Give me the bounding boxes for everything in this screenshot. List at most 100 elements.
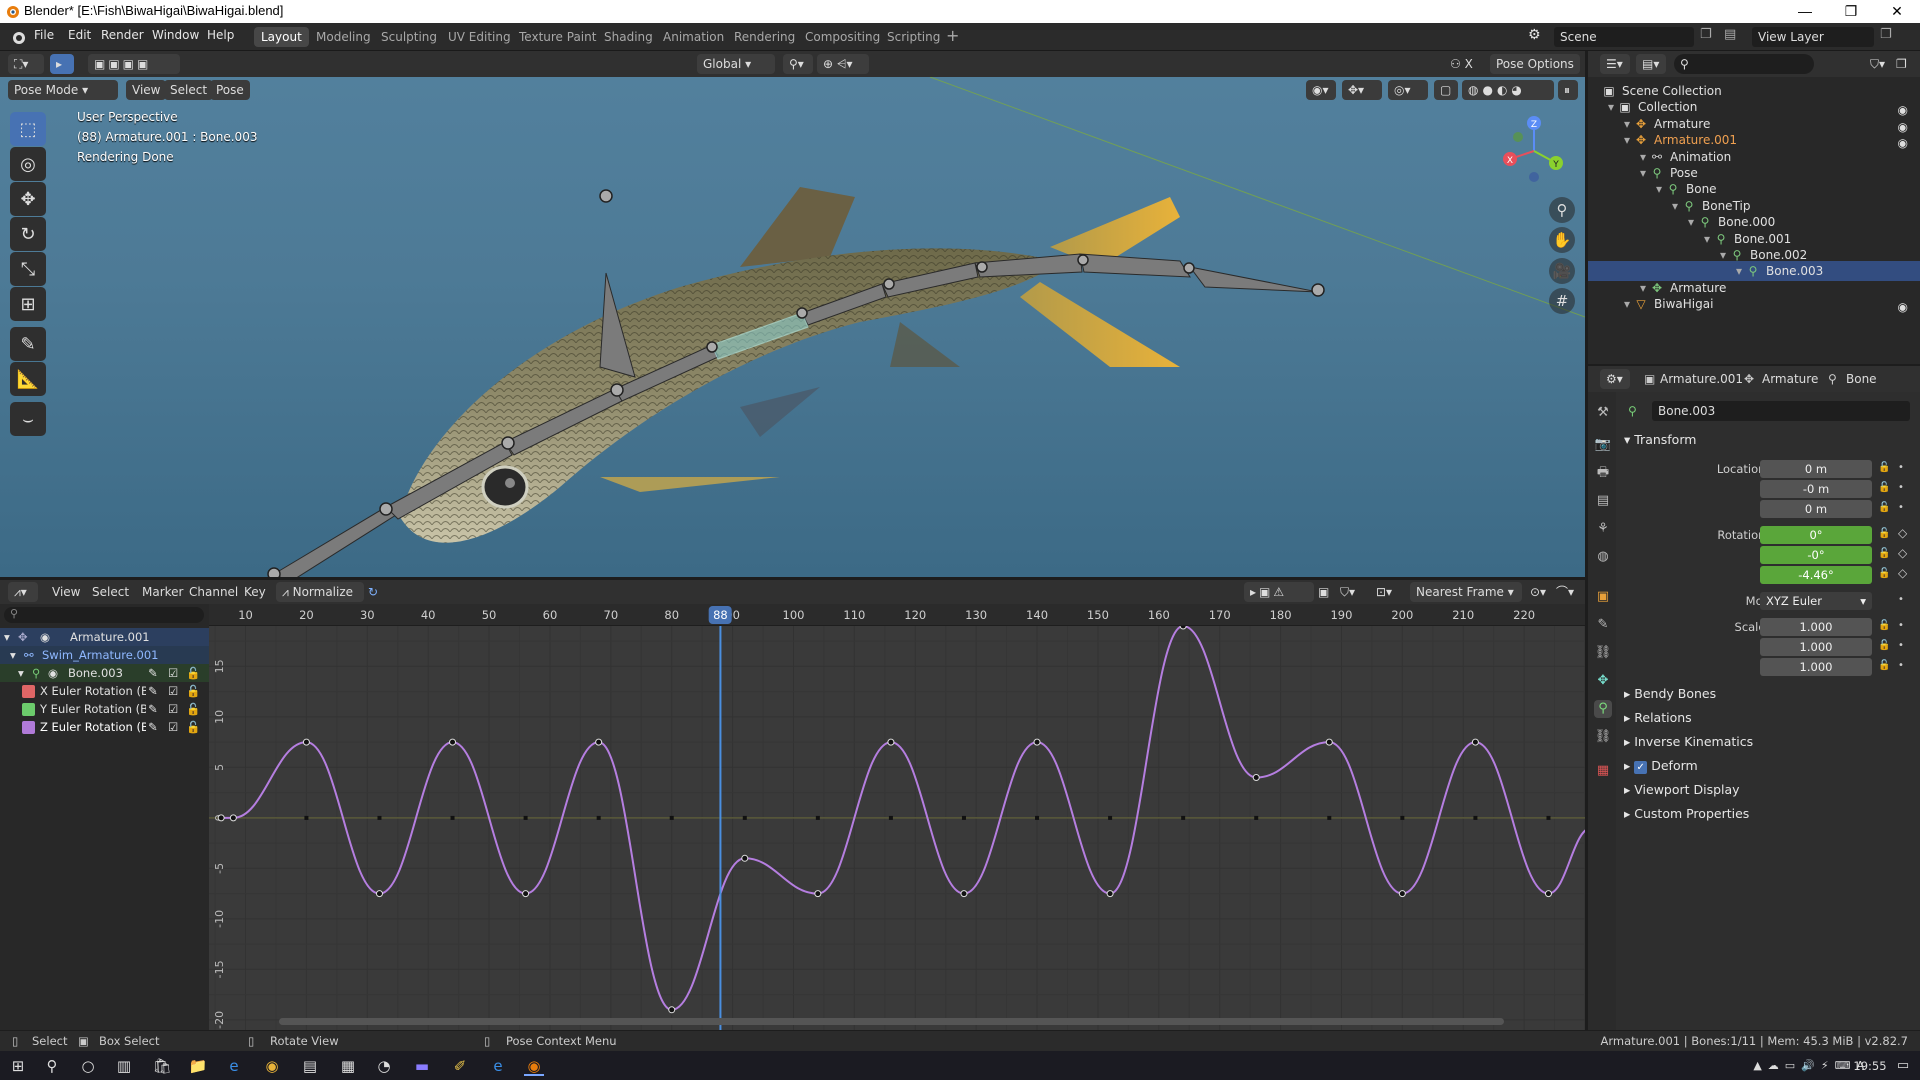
object-tab-icon[interactable]: ▣: [1594, 588, 1612, 606]
menu-window[interactable]: Window: [152, 28, 199, 42]
keyframe-dot-icon[interactable]: •: [1898, 502, 1904, 513]
view-layer-tab-icon[interactable]: ▤: [1594, 492, 1612, 510]
fcurve-graph[interactable]: 151050-5-10-15-20: [209, 626, 1585, 1030]
proportional-edit-icon[interactable]: ⊙▾: [1530, 582, 1546, 602]
keyframe-diamond-icon[interactable]: ◇: [1898, 526, 1907, 540]
mute-checkbox[interactable]: ☑: [168, 682, 178, 700]
location-z-field[interactable]: 0 m: [1760, 500, 1872, 518]
modifier-wrench-icon[interactable]: ✎: [148, 682, 158, 700]
measure-tool-icon[interactable]: 📐: [10, 362, 46, 396]
blender-taskbar-icon[interactable]: ◉: [524, 1056, 544, 1076]
normalize-toggle[interactable]: ⩘ Normalize: [276, 582, 364, 602]
editor-type-properties-icon[interactable]: ⚙▾: [1600, 369, 1630, 389]
tab-animation[interactable]: Animation: [656, 27, 731, 47]
location-y-field[interactable]: -0 m: [1760, 480, 1872, 498]
tab-texture-paint[interactable]: Texture Paint: [512, 27, 603, 47]
channel-row-object[interactable]: ▾ ✥ ◉ Armature.001: [0, 628, 209, 646]
lock-icon[interactable]: 🔓: [1878, 548, 1890, 559]
notifications-icon[interactable]: ▭: [1893, 1056, 1913, 1076]
constraint-tab-icon[interactable]: ⛓: [1594, 644, 1612, 662]
modifier-wrench-icon[interactable]: ✎: [148, 664, 158, 682]
cursor-tool-icon[interactable]: ◎: [10, 147, 46, 181]
texture-tab-icon[interactable]: ▦: [1594, 762, 1612, 780]
annotate-tool-icon[interactable]: ✎: [10, 327, 46, 361]
ge-menu-channel[interactable]: Channel: [189, 582, 238, 602]
blender-menu-icon[interactable]: [10, 29, 26, 45]
tool-tab-icon[interactable]: ⚒: [1594, 404, 1612, 422]
horizontal-scrollbar[interactable]: [279, 1018, 1504, 1025]
new-view-layer-icon[interactable]: ❐: [1880, 27, 1892, 42]
scale-tool-icon[interactable]: ⤡: [10, 252, 46, 286]
modifier-tab-icon[interactable]: ✎: [1594, 616, 1612, 634]
transform-orientation[interactable]: Global ▾: [697, 54, 775, 74]
store-icon[interactable]: 🛍: [152, 1056, 172, 1076]
scale-z-field[interactable]: 1.000: [1760, 658, 1872, 676]
expand-arrow-icon[interactable]: [1588, 84, 1602, 98]
custom-properties-panel[interactable]: ▸ Custom Properties: [1624, 806, 1749, 821]
select-box-tool-icon[interactable]: ⬚: [10, 112, 46, 146]
tab-compositing[interactable]: Compositing: [798, 27, 887, 47]
expand-arrow-icon[interactable]: ▾: [1636, 150, 1650, 164]
expand-arrow-icon[interactable]: ▾: [1604, 100, 1618, 114]
rotation-y-field[interactable]: -0°: [1760, 546, 1872, 564]
tab-modeling[interactable]: Modeling: [309, 27, 378, 47]
location-x-field[interactable]: 0 m: [1760, 460, 1872, 478]
channel-row-y-rot[interactable]: Y Euler Rotation (Bone.003) ✎ ☑ 🔓: [0, 700, 209, 718]
snap-icon[interactable]: ⊕ ⩤▾: [817, 54, 869, 74]
breadcrumb-bone[interactable]: Bone: [1846, 369, 1877, 389]
lock-icon[interactable]: 🔓: [1878, 660, 1890, 671]
breadcrumb-armature[interactable]: Armature: [1762, 369, 1818, 389]
transform-tool-icon[interactable]: ⊞: [10, 287, 46, 321]
scale-y-field[interactable]: 1.000: [1760, 638, 1872, 656]
expand-arrow-icon[interactable]: ▾: [1636, 166, 1650, 180]
lock-icon[interactable]: 🔓: [1878, 620, 1890, 631]
outliner-search-input[interactable]: ⚲: [1674, 54, 1814, 74]
ortho-grid-icon[interactable]: #: [1549, 288, 1575, 314]
keyframe-dot-icon[interactable]: •: [1898, 462, 1904, 473]
tab-layout[interactable]: Layout: [254, 27, 309, 47]
keyframe-dot-icon[interactable]: •: [1898, 620, 1904, 631]
expand-arrow-icon[interactable]: ▾: [1620, 297, 1634, 311]
ie-icon[interactable]: e: [488, 1056, 508, 1076]
viewport-display-panel[interactable]: ▸ Viewport Display: [1624, 782, 1740, 797]
explorer-icon[interactable]: 📁: [188, 1056, 208, 1076]
app-icon-5[interactable]: ✐: [450, 1056, 470, 1076]
expand-arrow-icon[interactable]: ▾: [1652, 182, 1666, 196]
new-scene-icon[interactable]: ❐: [1700, 27, 1712, 42]
menu-help[interactable]: Help: [207, 28, 234, 42]
world-tab-icon[interactable]: ◍: [1594, 548, 1612, 566]
eye-icon[interactable]: ◉: [40, 628, 50, 646]
menu-render[interactable]: Render: [101, 28, 144, 42]
channel-row-z-rot[interactable]: Z Euler Rotation (Bone.003) ✎ ☑ 🔓: [0, 718, 209, 736]
lock-icon[interactable]: 🔓: [1878, 640, 1890, 651]
inverse-kinematics-panel[interactable]: ▸ Inverse Kinematics: [1624, 734, 1753, 749]
armature-data-tab-icon[interactable]: ✥: [1594, 672, 1612, 690]
bone-tab-icon[interactable]: ⚲: [1594, 700, 1612, 718]
scene-tab-icon[interactable]: ⚘: [1594, 520, 1612, 538]
edge-icon[interactable]: e: [224, 1056, 244, 1076]
ge-ghost-icon[interactable]: ▣: [1318, 582, 1329, 602]
bone-name-field[interactable]: Bone.003: [1652, 401, 1910, 421]
editor-type-outliner-icon[interactable]: ☰▾: [1600, 54, 1630, 74]
auto-normalize-icon[interactable]: ↻: [368, 582, 378, 602]
new-collection-icon[interactable]: ❐: [1896, 54, 1907, 74]
menu-file[interactable]: File: [34, 28, 54, 42]
keyframe-dot-icon[interactable]: •: [1898, 640, 1904, 651]
relations-panel[interactable]: ▸ Relations: [1624, 710, 1692, 725]
rotation-mode-dropdown[interactable]: XYZ Euler ▾: [1760, 592, 1872, 610]
ge-pivot-icon[interactable]: ⊡▾: [1376, 582, 1392, 602]
render-tab-icon[interactable]: 📷: [1594, 436, 1612, 454]
expand-arrow-icon[interactable]: ▾: [1732, 264, 1746, 278]
lock-icon[interactable]: 🔓: [186, 664, 200, 682]
minimize-button[interactable]: —: [1782, 0, 1828, 23]
add-workspace-icon[interactable]: +: [946, 26, 959, 45]
lock-icon[interactable]: 🔓: [1878, 528, 1890, 539]
move-tool-icon[interactable]: ✥: [10, 182, 46, 216]
channel-row-bone[interactable]: ▾ ⚲ ◉ Bone.003 ✎ ☑ 🔓: [0, 664, 209, 682]
cortana-icon[interactable]: ○: [78, 1056, 98, 1076]
lock-icon[interactable]: 🔓: [1878, 502, 1890, 513]
outliner-filter-icon[interactable]: ⛉▾: [1870, 54, 1885, 74]
expand-arrow-icon[interactable]: ▾: [1684, 215, 1698, 229]
pose-options-dropdown[interactable]: Pose Options ▾: [1490, 54, 1580, 91]
select-mode-icons[interactable]: ▣▣▣▣: [88, 54, 180, 74]
